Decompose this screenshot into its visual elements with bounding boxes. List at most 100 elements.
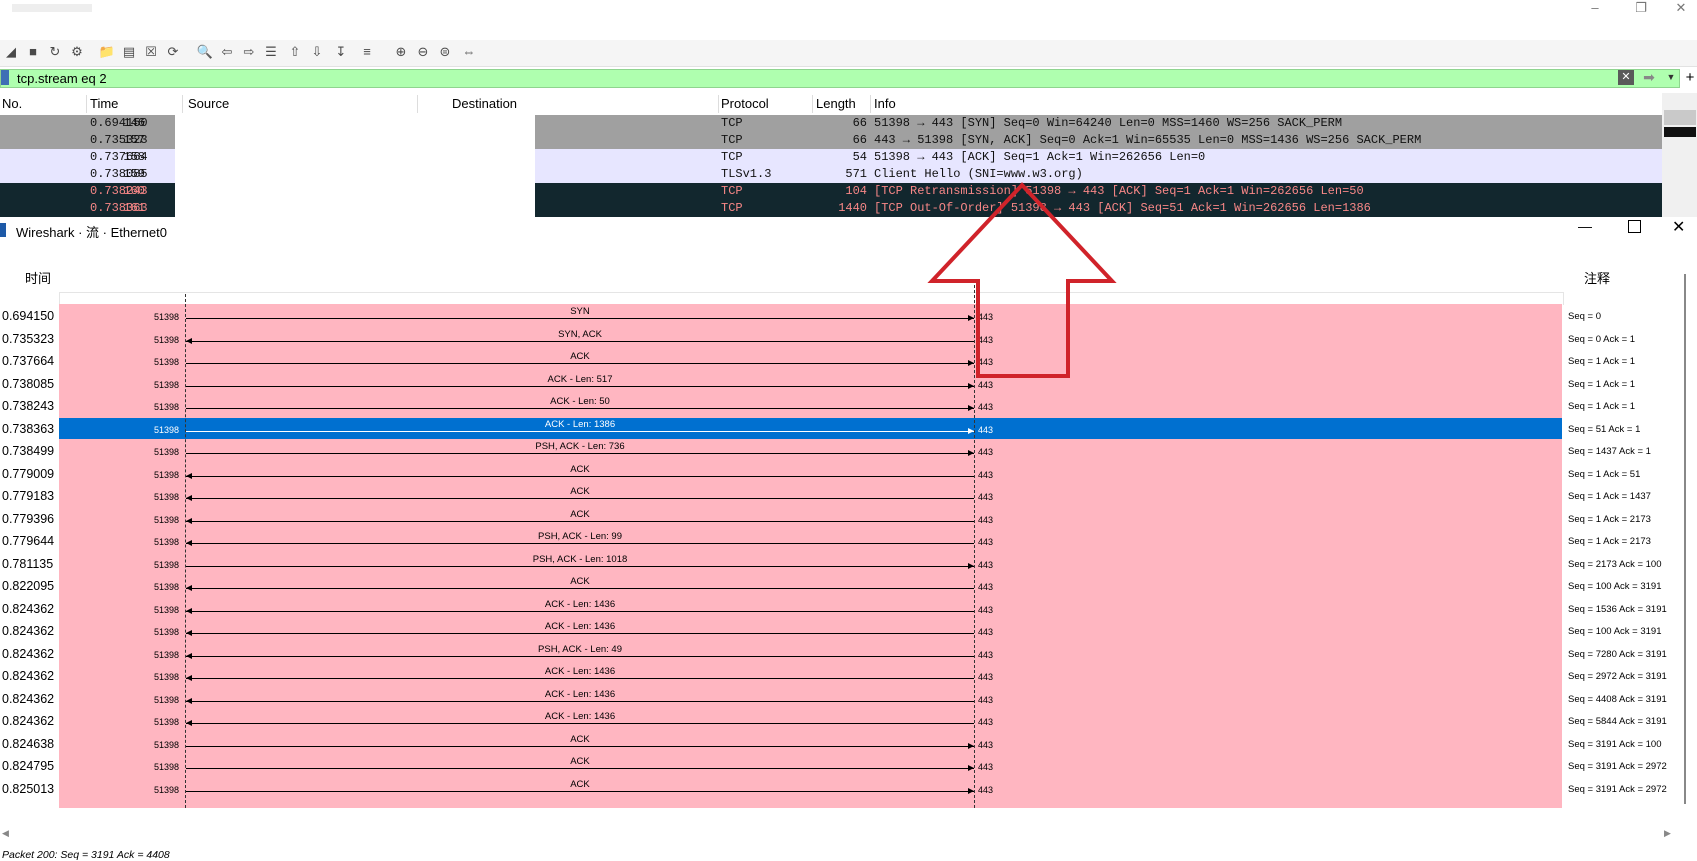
flow-row[interactable]: 0.824362 51398 PSH, ACK - Len: 49 443 Seq = … xyxy=(0,643,1697,666)
flow-row[interactable]: 0.824638 51398 ACK 443 Seq = 3191 Ack = 100 xyxy=(0,733,1697,756)
packet-list-header: No. Time Source Destination Protocol Len… xyxy=(0,93,1662,116)
flow-row[interactable]: 0.779183 51398 ACK 443 Seq = 1 Ack = 1437 xyxy=(0,485,1697,508)
flow-row[interactable]: 0.781135 51398 PSH, ACK - Len: 1018 443 Seq … xyxy=(0,553,1697,576)
flow-window-title: Wireshark · 流 · Ethernet0 xyxy=(16,225,167,240)
flow-vertical-scrollbar[interactable] xyxy=(1684,274,1686,804)
flow-row[interactable]: 0.738085 51398 ACK - Len: 517 443 Seq = 1 Ac… xyxy=(0,373,1697,396)
flow-port-right: 443 xyxy=(978,762,994,772)
options-gear-icon[interactable]: ⚙ xyxy=(68,43,86,61)
wireshark-app-icon xyxy=(0,223,6,237)
flow-port-left: 51398 xyxy=(154,694,180,705)
colorize-icon[interactable]: ≡ xyxy=(358,43,376,61)
flow-time: 0.824795 xyxy=(2,759,55,773)
open-folder-icon[interactable]: 📁 xyxy=(98,43,116,61)
packet-cell-protocol: TCP xyxy=(721,150,743,164)
flow-comment: Seq = 3191 Ack = 2972 xyxy=(1568,783,1667,795)
flow-label: PSH, ACK - Len: 1018 xyxy=(532,553,628,565)
flow-port-left: 51398 xyxy=(154,537,180,547)
flow-row[interactable]: 0.824362 51398 ACK - Len: 1436 443 Seq = 584… xyxy=(0,710,1697,733)
flow-row[interactable]: 0.779396 51398 ACK 443 Seq = 1 Ack = 2173 xyxy=(0,508,1697,531)
autoscroll-icon[interactable]: ↧ xyxy=(332,43,350,61)
flow-minimize-icon[interactable]: — xyxy=(1578,218,1592,234)
zoom-in-icon[interactable]: ⊕ xyxy=(392,43,410,61)
col-destination[interactable]: Destination xyxy=(452,96,517,111)
flow-time: 0.735323 xyxy=(2,331,55,346)
flow-label: ACK - Len: 517 xyxy=(547,373,613,385)
flow-port-left: 51398 xyxy=(154,582,180,592)
find-icon[interactable]: 🔍 xyxy=(196,43,214,61)
flow-label: ACK - Len: 1436 xyxy=(544,666,616,677)
forward-arrow-icon[interactable]: ⇨ xyxy=(240,43,258,61)
filter-history-dropdown-icon[interactable]: ▼ xyxy=(1664,70,1678,85)
display-filter-input[interactable] xyxy=(17,70,1607,87)
flow-row[interactable]: 0.824795 51398 ACK 443 Seq = 3191 Ack = 2972 xyxy=(0,755,1697,778)
resize-columns-icon[interactable]: ⇔ xyxy=(460,43,478,61)
col-time[interactable]: Time xyxy=(90,96,118,111)
flow-row[interactable]: 0.825013 51398 ACK 443 Seq = 3191 Ack = 2972 xyxy=(0,778,1697,801)
flow-port-left: 51398 xyxy=(154,334,180,345)
restart-icon[interactable]: ↻ xyxy=(46,43,64,61)
first-packet-icon[interactable]: ⇧ xyxy=(286,43,304,61)
scroll-right-icon[interactable]: ▶ xyxy=(1664,828,1671,839)
flow-row[interactable]: 0.738499 51398 PSH, ACK - Len: 736 443 Seq =… xyxy=(0,440,1697,463)
back-arrow-icon[interactable]: ⇦ xyxy=(218,43,236,61)
flow-row[interactable]: 0.738363 51398 ACK - Len: 1386 443 Seq = 51 … xyxy=(0,417,1697,441)
flow-label: SYN, ACK xyxy=(558,328,602,340)
flow-comment: Seq = 1437 Ack = 1 xyxy=(1568,446,1651,457)
packet-list-scroll-thumb[interactable] xyxy=(1664,127,1696,137)
col-source[interactable]: Source xyxy=(188,96,229,111)
flow-row[interactable]: 0.738243 51398 ACK - Len: 50 443 Seq = 1 Ack… xyxy=(0,395,1697,418)
flow-row[interactable]: 0.824362 51398 ACK - Len: 1436 443 Seq = 297… xyxy=(0,665,1697,688)
flow-port-right: 443 xyxy=(978,649,994,660)
flow-port-right: 443 xyxy=(978,559,994,570)
flow-port-left: 51398 xyxy=(154,604,180,615)
stop-icon[interactable]: ■ xyxy=(24,43,42,61)
add-filter-button-plus-icon[interactable]: + xyxy=(1684,69,1696,88)
flow-comment: Seq = 1 Ack = 1 xyxy=(1568,378,1636,390)
main-restore-button[interactable]: ❐ xyxy=(1626,0,1656,18)
flow-port-left: 51398 xyxy=(154,424,180,435)
flow-port-right: 443 xyxy=(978,357,994,367)
flow-arrow-line xyxy=(186,745,974,747)
flow-time: 0.738243 xyxy=(2,399,55,413)
flow-close-icon[interactable]: ✕ xyxy=(1672,217,1685,237)
flow-time: 0.738085 xyxy=(2,376,55,391)
col-no[interactable]: No. xyxy=(2,96,22,111)
flow-maximize-icon[interactable] xyxy=(1628,220,1641,233)
flow-port-left: 51398 xyxy=(154,649,180,660)
flow-horizontal-scrollbar[interactable] xyxy=(0,826,1676,840)
flow-header-time: 时间 xyxy=(25,271,52,286)
flow-row[interactable]: 0.824362 51398 ACK - Len: 1436 443 Seq = 100… xyxy=(0,620,1697,643)
packet-cell-time: 0.737664 xyxy=(90,150,148,164)
packet-list-minimap-segment xyxy=(1664,110,1696,125)
flow-row[interactable]: 0.694150 51398 SYN 443 Seq = 0 xyxy=(0,305,1697,328)
flow-row[interactable]: 0.779644 51398 PSH, ACK - Len: 99 443 Seq = … xyxy=(0,530,1697,553)
flow-row[interactable]: 0.735323 51398 SYN, ACK 443 Seq = 0 Ack = 1 xyxy=(0,328,1697,351)
flow-row[interactable]: 0.824362 51398 ACK - Len: 1436 443 Seq = 440… xyxy=(0,688,1697,711)
last-packet-icon[interactable]: ⇩ xyxy=(308,43,326,61)
display-filter-bar xyxy=(0,69,1680,88)
flow-row[interactable]: 0.824362 51398 ACK - Len: 1436 443 Seq = 153… xyxy=(0,598,1697,621)
col-protocol[interactable]: Protocol xyxy=(721,96,769,111)
reload-icon[interactable]: ⟳ xyxy=(164,43,182,61)
scroll-left-icon[interactable]: ◀ xyxy=(2,828,9,839)
close-file-icon[interactable]: ☒ xyxy=(142,43,160,61)
col-info[interactable]: Info xyxy=(874,96,896,111)
filter-clear-icon[interactable]: ✕ xyxy=(1618,70,1634,85)
main-minimize-button[interactable]: – xyxy=(1580,0,1610,18)
flow-row[interactable]: 0.822095 51398 ACK 443 Seq = 100 Ack = 3191 xyxy=(0,575,1697,598)
flow-label: ACK - Len: 50 xyxy=(550,396,610,407)
filter-apply-arrow-icon[interactable]: ➡ xyxy=(1636,70,1662,85)
zoom-out-icon[interactable]: ⊖ xyxy=(414,43,432,61)
flow-port-right: 443 xyxy=(978,784,994,795)
filter-bookmark-icon[interactable] xyxy=(1,70,9,85)
goto-packet-icon[interactable]: ☰ xyxy=(262,43,280,61)
zoom-reset-icon[interactable]: ⊜ xyxy=(436,43,454,61)
shark-fin-icon[interactable]: ◢ xyxy=(2,43,20,61)
flow-label: ACK - Len: 1436 xyxy=(544,711,616,722)
flow-row[interactable]: 0.779009 51398 ACK 443 Seq = 1 Ack = 51 xyxy=(0,463,1697,486)
main-close-button[interactable]: ✕ xyxy=(1666,0,1696,18)
save-file-icon[interactable]: ▤ xyxy=(120,43,138,61)
flow-row[interactable]: 0.737664 51398 ACK 443 Seq = 1 Ack = 1 xyxy=(0,350,1697,373)
col-length[interactable]: Length xyxy=(816,96,856,111)
